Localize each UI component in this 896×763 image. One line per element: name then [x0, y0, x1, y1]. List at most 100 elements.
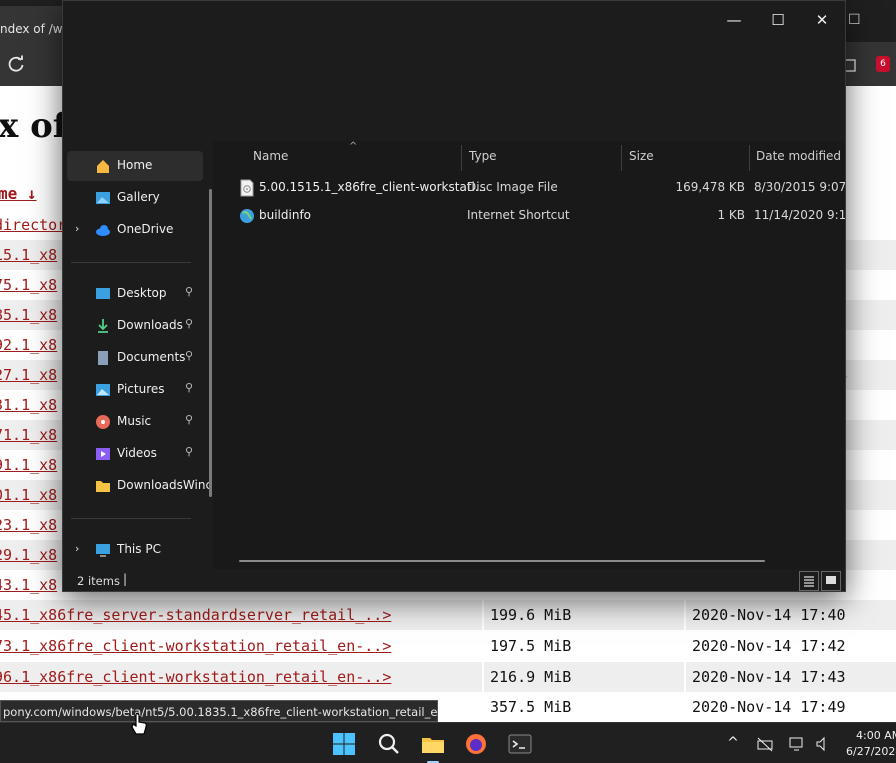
- sort-ascending-icon: ^: [349, 141, 358, 152]
- file-size: 199.6 MiB: [490, 606, 572, 624]
- cloud-icon: [96, 225, 110, 236]
- nav-item-onedrive[interactable]: › OneDrive: [67, 215, 203, 245]
- pin-icon: ⚲: [185, 413, 194, 426]
- nav-item-music[interactable]: Music ⚲: [67, 407, 203, 437]
- tiles-view-icon: [826, 576, 836, 584]
- file-link[interactable]: 75.1_x8: [0, 276, 57, 294]
- file-row[interactable]: buildinfo Internet Shortcut 1 KB 11/14/2…: [233, 203, 845, 229]
- nav-item-videos[interactable]: Videos ⚲: [67, 439, 203, 469]
- file-link[interactable]: 23.1_x8: [0, 516, 57, 534]
- close-button[interactable]: ✕: [799, 5, 845, 35]
- column-divider: [482, 600, 484, 630]
- chevron-right-icon[interactable]: ›: [75, 222, 79, 235]
- column-divider: [482, 692, 484, 722]
- nav-item-downloads[interactable]: Downloads ⚲: [67, 311, 203, 341]
- file-link[interactable]: 85.1_x8: [0, 306, 57, 324]
- nav-item-desktop[interactable]: Desktop ⚲: [67, 279, 203, 309]
- pc-icon: [96, 544, 110, 557]
- details-view-button[interactable]: [799, 571, 819, 591]
- mouse-cursor-icon: [131, 713, 147, 735]
- volume-icon[interactable]: [814, 735, 832, 753]
- pin-icon: ⚲: [185, 349, 194, 362]
- file-link[interactable]: 43.1_x8: [0, 576, 57, 594]
- column-separator[interactable]: [461, 145, 462, 171]
- file-link[interactable]: 15.1_x8: [0, 246, 57, 264]
- pin-icon: ⚲: [185, 445, 194, 458]
- reload-icon[interactable]: [6, 54, 26, 74]
- nav-item-label: DownloadsWinc: [117, 478, 213, 492]
- firefox-icon[interactable]: [464, 732, 488, 756]
- nav-item-documents[interactable]: Documents ⚲: [67, 343, 203, 373]
- terminal-icon[interactable]: [508, 732, 532, 756]
- nav-scrollbar[interactable]: [209, 189, 212, 497]
- nav-item-label: Music: [117, 414, 152, 428]
- file-date: 2020-Nov-14 17:43: [692, 668, 846, 686]
- clock-time[interactable]: 4:00 AM: [856, 729, 896, 742]
- file-size: 216.9 MiB: [490, 668, 572, 686]
- file-type: Disc Image File: [467, 180, 558, 194]
- browser-maximize-button[interactable]: ☐: [848, 12, 861, 28]
- file-link[interactable]: 29.1_x8: [0, 546, 57, 564]
- column-separator[interactable]: [621, 145, 622, 171]
- extension-badge[interactable]: 6: [876, 56, 890, 72]
- nav-item-label: Videos: [117, 446, 157, 460]
- browser-tab[interactable]: ndex of /wir: [0, 6, 71, 42]
- file-date: 2020-Nov-14 17:40: [692, 606, 846, 624]
- file-name: buildinfo: [259, 208, 312, 222]
- file-link[interactable]: 92.1_x8: [0, 336, 57, 354]
- file-date: 2020-Nov-14 17:49: [692, 698, 846, 716]
- column-header-size[interactable]: Size: [629, 149, 654, 163]
- nav-item-pictures[interactable]: Pictures ⚲: [67, 375, 203, 405]
- file-link[interactable]: 73.1_x86fre_client-workstation_retail_en…: [0, 637, 391, 655]
- desktop-icon: [96, 288, 110, 299]
- name-sort-header[interactable]: me ↓: [0, 184, 37, 203]
- file-link[interactable]: 01.1_x8: [0, 486, 57, 504]
- nav-item-label: Pictures: [117, 382, 165, 396]
- nav-item-label: Documents: [117, 350, 186, 364]
- nav-item-label: OneDrive: [117, 222, 174, 236]
- network-icon[interactable]: [756, 735, 774, 753]
- file-row[interactable]: 5.00.1515.1_x86fre_client-workstati... D…: [233, 175, 845, 201]
- nav-item-gallery[interactable]: Gallery: [67, 183, 203, 213]
- file-size: 169,478 KB: [675, 180, 745, 194]
- file-link[interactable]: 91.1_x8: [0, 456, 57, 474]
- column-header-type[interactable]: Type: [469, 149, 497, 163]
- column-separator[interactable]: [749, 145, 750, 171]
- start-icon[interactable]: [332, 732, 356, 756]
- column-divider: [684, 692, 686, 722]
- status-divider: |: [123, 572, 128, 586]
- file-explorer-icon[interactable]: [421, 732, 445, 756]
- column-divider: [482, 631, 484, 661]
- file-link[interactable]: 71.1_x8: [0, 426, 57, 444]
- maximize-button[interactable]: ☐: [755, 5, 801, 35]
- globe-icon: [240, 209, 254, 223]
- nav-item-this-pc[interactable]: › This PC: [67, 535, 203, 565]
- nav-item-label: Home: [117, 158, 153, 172]
- column-header-date-modified[interactable]: Date modified: [756, 149, 841, 163]
- clock-date[interactable]: 6/27/2024: [846, 745, 896, 758]
- file-link[interactable]: 31.1_x8: [0, 396, 57, 414]
- navigation-pane: Home Gallery › OneDrive Desktop ⚲ Downloads ⚲ Do…: [63, 141, 213, 569]
- table-row: 45.1_x86fre_server-standardserver_retail…: [0, 600, 896, 630]
- column-divider: [684, 662, 686, 692]
- tiles-view-button[interactable]: [821, 571, 841, 591]
- file-link[interactable]: 45.1_x86fre_server-standardserver_retail…: [0, 606, 391, 624]
- nav-item-downloadswinc[interactable]: DownloadsWinc: [67, 471, 212, 501]
- nav-item-label: Desktop: [117, 286, 167, 300]
- table-row: 96.1_x86fre_client-workstation_retail_en…: [0, 662, 896, 692]
- search-icon[interactable]: [377, 732, 401, 756]
- display-icon[interactable]: [788, 735, 806, 753]
- item-count: 2 items: [77, 574, 120, 588]
- column-header-name[interactable]: Name: [253, 149, 288, 163]
- nav-item-home[interactable]: Home: [67, 151, 203, 181]
- horizontal-scrollbar[interactable]: [239, 560, 765, 562]
- disc-image-icon: [240, 179, 254, 197]
- chevron-right-icon[interactable]: ›: [75, 542, 79, 555]
- documents-icon: [98, 351, 108, 365]
- file-link[interactable]: 96.1_x86fre_client-workstation_retail_en…: [0, 668, 391, 686]
- minimize-button[interactable]: —: [711, 5, 757, 35]
- file-link[interactable]: 27.1_x8: [0, 366, 57, 384]
- page-title: x of: [0, 106, 68, 146]
- explorer-titlebar[interactable]: — ☐ ✕: [63, 1, 845, 141]
- chevron-up-icon[interactable]: ^: [724, 735, 742, 753]
